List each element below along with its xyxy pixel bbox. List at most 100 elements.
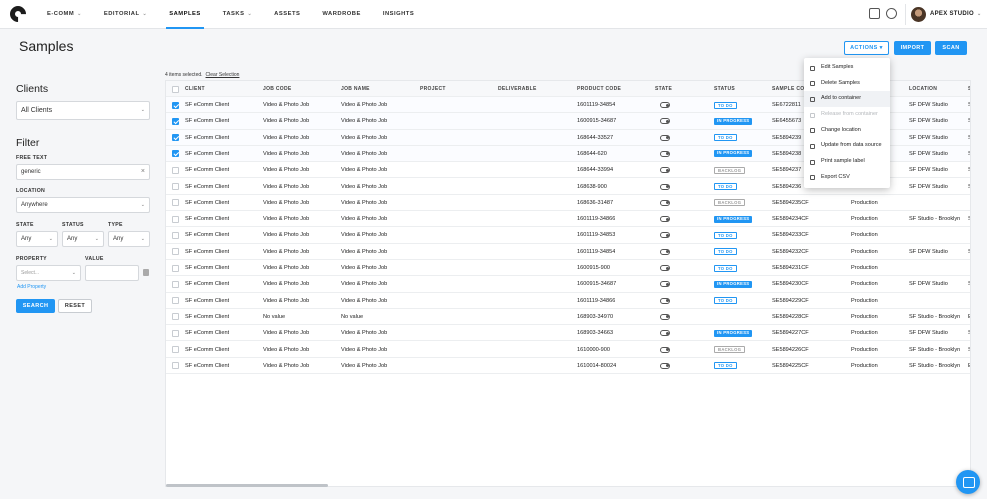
row-checkbox[interactable] — [172, 117, 179, 125]
table-row[interactable]: SF eComm Client Video & Photo Job Video & … — [166, 342, 970, 358]
nav-link-editorial[interactable]: EDITORIAL ⌄ — [93, 0, 158, 29]
state-toggle-icon[interactable] — [660, 297, 670, 304]
state-toggle-icon[interactable] — [660, 362, 670, 369]
state-toggle-icon[interactable] — [660, 232, 670, 239]
menu-item-label: Delete Samples — [821, 79, 860, 86]
clear-icon[interactable]: × — [141, 165, 145, 179]
table-row[interactable]: SF eComm Client Video & Photo Job Video & … — [166, 227, 970, 244]
trash-icon[interactable] — [143, 269, 149, 276]
table-row[interactable]: SF eComm Client Video & Photo Job Video & … — [166, 211, 970, 228]
search-button[interactable]: SEARCH — [16, 299, 55, 313]
state-toggle-icon[interactable] — [660, 199, 670, 206]
column-header[interactable]: STATE — [655, 81, 672, 97]
inbox-icon[interactable] — [869, 8, 880, 19]
nav-link-assets[interactable]: ASSETS — [263, 0, 311, 29]
row-checkbox[interactable] — [172, 134, 179, 142]
menu-item-label: Update from data source — [821, 142, 882, 149]
state-toggle-icon[interactable] — [660, 134, 670, 141]
add-property-link[interactable]: Add Property — [17, 284, 46, 290]
app-logo-icon[interactable] — [6, 2, 30, 26]
select-all-checkbox[interactable] — [172, 85, 179, 93]
clear-selection-link[interactable]: Clear Selection — [206, 72, 240, 78]
row-checkbox[interactable] — [172, 264, 179, 272]
row-checkbox[interactable] — [172, 248, 179, 256]
nav-link-wardrobe[interactable]: WARDROBE — [311, 0, 371, 29]
row-checkbox[interactable] — [172, 297, 179, 305]
property-select[interactable]: Select... ⌄ — [16, 265, 81, 281]
nav-link-samples[interactable]: SAMPLES — [158, 0, 212, 29]
table-row[interactable]: SF eComm Client Video & Photo Job Video & … — [166, 244, 970, 260]
cell-job-code: Video & Photo Job — [263, 346, 310, 353]
state-toggle-icon[interactable] — [660, 248, 670, 255]
column-header[interactable]: S — [968, 81, 970, 97]
row-checkbox[interactable] — [172, 231, 179, 239]
column-header[interactable]: JOB CODE — [263, 81, 292, 97]
row-checkbox[interactable] — [172, 329, 179, 337]
table-row[interactable]: SF eComm Client Video & Photo Job Video & … — [166, 276, 970, 293]
column-header[interactable]: PRODUCT CODE — [577, 81, 621, 97]
column-header[interactable]: PROJECT — [420, 81, 446, 97]
nav-link-tasks[interactable]: TASKS ⌄ — [212, 0, 263, 29]
state-toggle-icon[interactable] — [660, 281, 670, 288]
column-header[interactable]: CLIENT — [185, 81, 205, 97]
state-toggle-icon[interactable] — [660, 150, 670, 157]
cell-client: SF eComm Client — [185, 199, 230, 206]
state-toggle-icon[interactable] — [660, 102, 670, 108]
table-row[interactable]: SF eComm Client Video & Photo Job Video & … — [166, 260, 970, 277]
row-checkbox[interactable] — [172, 362, 179, 370]
row-checkbox[interactable] — [172, 313, 179, 321]
horizontal-scrollbar[interactable] — [166, 484, 328, 487]
row-checkbox[interactable] — [172, 101, 179, 109]
menu-item-update-from-data-source[interactable]: Update from data source — [804, 138, 890, 154]
row-checkbox[interactable] — [172, 280, 179, 288]
nav-link-e-comm[interactable]: E-COMM ⌄ — [36, 0, 93, 29]
state-toggle-icon[interactable] — [660, 216, 670, 223]
scan-button[interactable]: SCAN — [935, 41, 967, 55]
status-select[interactable]: Any ⌄ — [62, 231, 104, 247]
reset-button[interactable]: RESET — [58, 299, 92, 313]
row-checkbox[interactable] — [172, 199, 179, 207]
row-checkbox[interactable] — [172, 346, 179, 353]
type-select[interactable]: Any ⌄ — [108, 231, 150, 247]
clients-select[interactable]: All Clients ⌄ — [16, 101, 150, 120]
row-checkbox[interactable] — [172, 150, 179, 158]
state-select[interactable]: Any ⌄ — [16, 231, 58, 247]
table-row[interactable]: SF eComm Client Video & Photo Job Video & … — [166, 293, 970, 309]
column-header[interactable]: LOCATION — [909, 81, 937, 97]
row-checkbox[interactable] — [172, 215, 179, 223]
location-select[interactable]: Anywhere ⌄ — [16, 197, 150, 213]
cell-location: SF DFW Studio — [909, 118, 948, 125]
state-toggle-icon[interactable] — [660, 183, 670, 190]
state-toggle-icon[interactable] — [660, 265, 670, 271]
globe-icon[interactable] — [886, 8, 897, 19]
actions-button[interactable]: ACTIONS ▾ — [844, 41, 889, 55]
table-row[interactable]: SF eComm Client No value No value 168903-34… — [166, 309, 970, 326]
user-menu[interactable]: APEX STUDIO ⌄ — [930, 0, 981, 29]
column-header[interactable]: JOB NAME — [341, 81, 370, 97]
row-checkbox[interactable] — [172, 183, 179, 190]
state-toggle-icon[interactable] — [660, 167, 670, 174]
menu-item-export-csv[interactable]: Export CSV — [804, 170, 890, 186]
column-header[interactable]: STATUS — [714, 81, 735, 97]
row-checkbox[interactable] — [172, 166, 179, 174]
state-toggle-icon[interactable] — [660, 118, 670, 125]
avatar[interactable] — [911, 7, 926, 22]
menu-item-delete-samples[interactable]: Delete Samples — [804, 76, 890, 92]
cell-product-code: 1600915-34687 — [577, 281, 617, 288]
menu-item-print-sample-label[interactable]: Print sample label — [804, 154, 890, 170]
table-row[interactable]: SF eComm Client Video & Photo Job Video & … — [166, 195, 970, 212]
import-button[interactable]: IMPORT — [894, 41, 931, 55]
menu-item-change-location[interactable]: Change location — [804, 123, 890, 139]
value-input[interactable] — [85, 265, 139, 281]
free-text-input[interactable]: generic × — [16, 164, 150, 180]
menu-item-edit-samples[interactable]: Edit Samples — [804, 60, 890, 76]
state-toggle-icon[interactable] — [660, 313, 670, 320]
column-header[interactable]: DELIVERABLE — [498, 81, 537, 97]
chat-icon[interactable] — [956, 470, 980, 494]
table-row[interactable]: SF eComm Client Video & Photo Job Video & … — [166, 325, 970, 342]
menu-item-add-to-container[interactable]: Add to container — [804, 91, 890, 108]
state-toggle-icon[interactable] — [660, 346, 670, 353]
table-row[interactable]: SF eComm Client Video & Photo Job Video & … — [166, 358, 970, 375]
nav-link-insights[interactable]: INSIGHTS — [372, 0, 425, 29]
state-toggle-icon[interactable] — [660, 330, 670, 337]
